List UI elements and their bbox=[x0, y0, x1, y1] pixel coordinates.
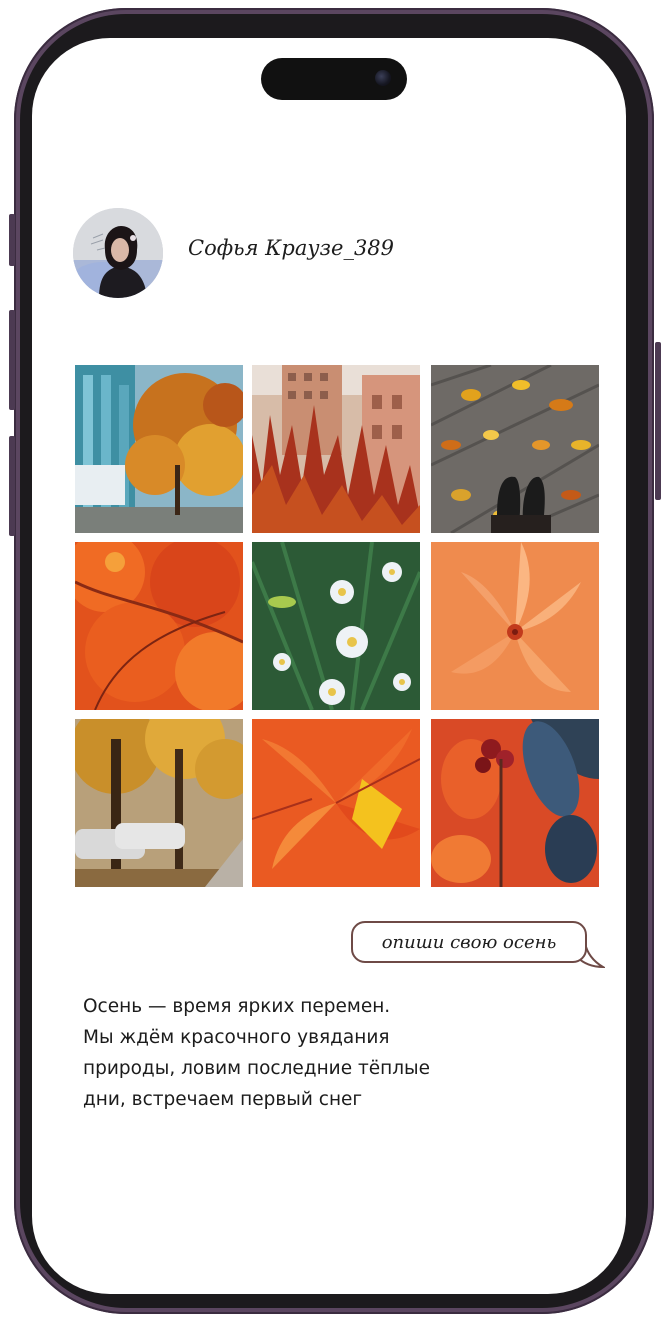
avatar[interactable] bbox=[73, 208, 163, 298]
photo-tile[interactable] bbox=[431, 719, 599, 887]
volume-up-button bbox=[9, 310, 15, 410]
photo-tile[interactable] bbox=[252, 365, 420, 533]
power-button bbox=[655, 342, 661, 500]
action-button bbox=[9, 214, 15, 266]
photo-tile[interactable] bbox=[75, 719, 243, 887]
post-caption: Осень — время ярких перемен. Мы ждём кра… bbox=[83, 991, 503, 1115]
describe-autumn-bubble[interactable]: опиши свою осень bbox=[351, 921, 605, 969]
bubble-text: опиши свою осень bbox=[381, 931, 557, 953]
photo-tile[interactable] bbox=[431, 542, 599, 710]
dynamic-island bbox=[261, 58, 407, 100]
caption-line: Осень — время ярких перемен. bbox=[83, 996, 391, 1017]
user-avatar-photo-icon bbox=[73, 208, 163, 298]
photo-tile[interactable] bbox=[75, 542, 243, 710]
caption-line: Мы ждём красочного увядания bbox=[83, 1027, 390, 1048]
photo-tile[interactable] bbox=[431, 365, 599, 533]
caption-line: дни, встречаем первый снег bbox=[83, 1089, 363, 1110]
photo-tile[interactable] bbox=[75, 365, 243, 533]
photo-tile[interactable] bbox=[252, 719, 420, 887]
front-camera-icon bbox=[375, 70, 391, 86]
photo-grid bbox=[75, 365, 600, 887]
username[interactable]: Софья Краузе_389 bbox=[188, 236, 394, 260]
volume-down-button bbox=[9, 436, 15, 536]
photo-tile[interactable] bbox=[252, 542, 420, 710]
caption-line: природы, ловим последние тёплые bbox=[83, 1058, 431, 1079]
